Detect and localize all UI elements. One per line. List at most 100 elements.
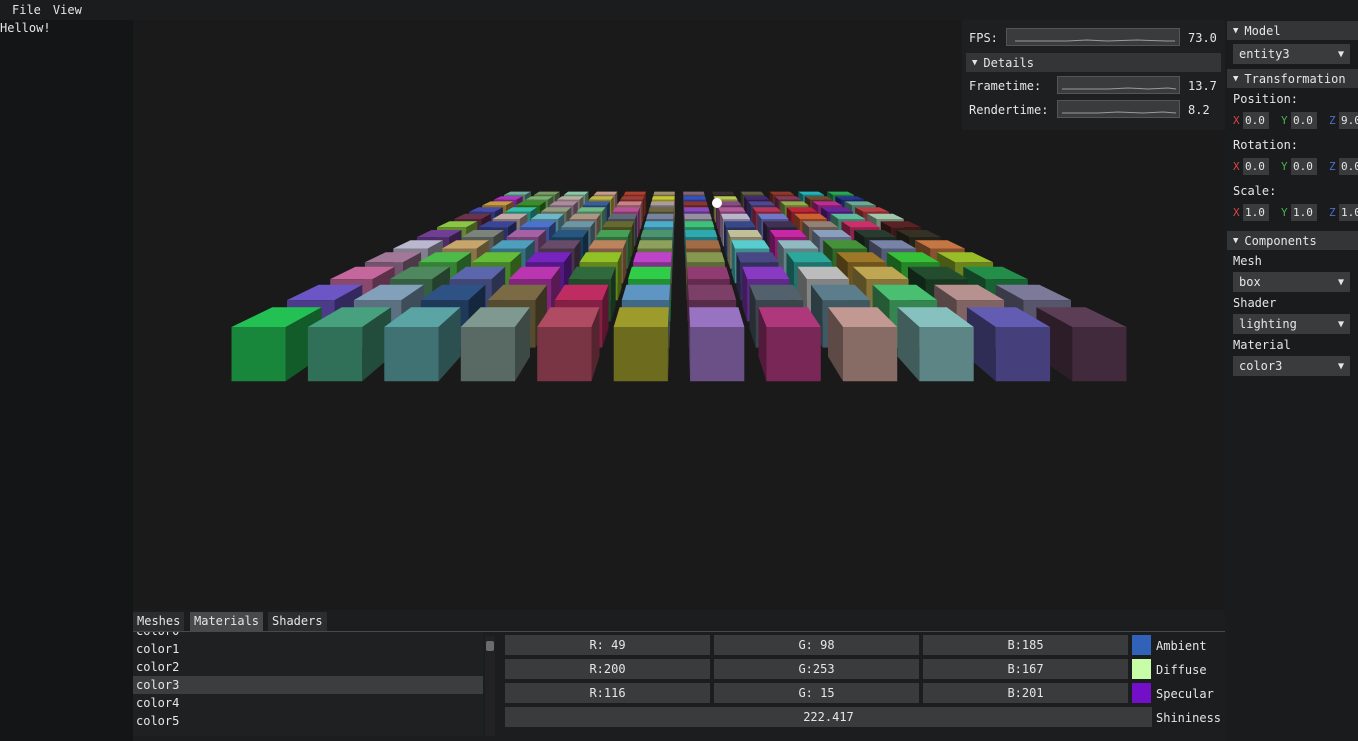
dropdown-arrow-icon: ▼ xyxy=(1337,276,1344,288)
material-label: Material xyxy=(1233,338,1291,352)
light-source-marker[interactable] xyxy=(712,198,722,208)
cube-face xyxy=(720,213,751,219)
axis-z-label: Z xyxy=(1329,160,1336,173)
specular-b-field[interactable]: B:201 xyxy=(923,683,1128,703)
cube-face xyxy=(683,201,708,206)
position-label: Position: xyxy=(1233,92,1299,106)
diffuse-g-field[interactable]: G:253 xyxy=(714,659,919,679)
position-x-input[interactable]: 0.0 xyxy=(1243,112,1269,129)
specular-g-field[interactable]: G: 15 xyxy=(714,683,919,703)
list-item[interactable]: color5 xyxy=(133,712,483,730)
shader-label: Shader xyxy=(1233,296,1277,310)
collapse-triangle-icon: ▼ xyxy=(1233,73,1239,84)
menu-file[interactable]: File xyxy=(6,0,47,20)
scene-cube[interactable] xyxy=(689,307,745,382)
cube-face xyxy=(637,240,673,249)
rotation-x-input[interactable]: 0.0 xyxy=(1243,158,1269,175)
mesh-select-value: box xyxy=(1239,275,1261,289)
cube-face xyxy=(642,196,645,223)
scene-cube[interactable] xyxy=(613,307,669,382)
axis-z-label: Z xyxy=(1329,114,1336,127)
scene-cube[interactable] xyxy=(460,307,530,382)
diffuse-color-swatch[interactable] xyxy=(1132,659,1151,679)
cube-face xyxy=(774,196,801,200)
model-select-value: entity3 xyxy=(1239,47,1290,61)
cube-face xyxy=(687,284,737,301)
cube-face xyxy=(633,252,672,263)
rotation-z-input[interactable]: 0.0 xyxy=(1339,158,1358,175)
rotation-y-input[interactable]: 0.0 xyxy=(1291,158,1317,175)
position-z-input[interactable]: 9.0 xyxy=(1339,112,1358,129)
model-header-label: Model xyxy=(1244,23,1281,38)
diffuse-label: Diffuse xyxy=(1156,663,1207,677)
axis-x-label: X xyxy=(1233,206,1240,219)
cube-face xyxy=(576,207,606,212)
ambient-b-field[interactable]: B:185 xyxy=(923,635,1128,655)
material-list[interactable]: color0 color1 color2 color3 color4 color… xyxy=(133,632,483,736)
mesh-select[interactable]: box ▼ xyxy=(1233,272,1350,292)
cube-face xyxy=(569,213,601,219)
details-header[interactable]: ▼ Details xyxy=(966,53,1221,72)
fps-graph xyxy=(1006,28,1180,46)
tab-shaders[interactable]: Shaders xyxy=(268,612,327,631)
cube-face xyxy=(736,252,779,263)
diffuse-r-field[interactable]: R:200 xyxy=(505,659,710,679)
specular-color-swatch[interactable] xyxy=(1132,683,1151,703)
cube-face xyxy=(843,327,898,382)
cube-face xyxy=(651,196,675,200)
cube-face xyxy=(684,221,715,228)
components-header-label: Components xyxy=(1244,233,1317,248)
components-header[interactable]: ▼ Components xyxy=(1227,231,1358,250)
cube-face xyxy=(731,240,770,249)
cube-face xyxy=(231,327,286,382)
cube-face xyxy=(588,196,614,200)
ambient-g-field[interactable]: G: 98 xyxy=(714,635,919,655)
cube-face xyxy=(643,221,674,228)
cube-face xyxy=(727,230,762,238)
list-item-selected[interactable]: color3 xyxy=(133,676,483,694)
cube-face xyxy=(683,191,705,195)
cube-face xyxy=(769,191,795,195)
ambient-color-swatch[interactable] xyxy=(1132,635,1151,655)
cube-face xyxy=(1072,327,1127,382)
transformation-header[interactable]: ▼ Transformation xyxy=(1227,69,1358,88)
position-y-input[interactable]: 0.0 xyxy=(1291,112,1317,129)
list-item[interactable]: color0 xyxy=(133,632,483,640)
tab-materials[interactable]: Materials xyxy=(190,612,264,631)
cube-face xyxy=(684,207,710,212)
list-item[interactable]: color2 xyxy=(133,658,483,676)
shader-select[interactable]: lighting ▼ xyxy=(1233,314,1350,334)
scale-y-input[interactable]: 1.0 xyxy=(1291,204,1317,221)
cube-face xyxy=(607,213,638,219)
tab-meshes[interactable]: Meshes xyxy=(133,612,185,631)
diffuse-b-field[interactable]: B:167 xyxy=(923,659,1128,679)
frametime-graph xyxy=(1057,76,1180,94)
inspector-panel: ▼ Model entity3 ▼ ▼ Transformation Posit… xyxy=(1225,20,1358,741)
cube-face xyxy=(563,191,589,195)
cube-face xyxy=(613,307,669,327)
material-select[interactable]: color3 ▼ xyxy=(1233,356,1350,376)
scale-x-input[interactable]: 1.0 xyxy=(1243,204,1269,221)
shader-select-value: lighting xyxy=(1239,317,1297,331)
scene-cube[interactable] xyxy=(537,307,600,382)
scene-cube[interactable] xyxy=(758,307,821,382)
scene-cube[interactable] xyxy=(828,307,898,382)
cube-face xyxy=(723,221,727,257)
shininess-slider[interactable]: 222.417 xyxy=(505,707,1152,727)
cube-face xyxy=(613,327,668,382)
scrollbar-thumb[interactable] xyxy=(486,641,494,651)
scale-z-input[interactable]: 1.0 xyxy=(1339,204,1358,221)
collapse-triangle-icon: ▼ xyxy=(972,57,978,68)
specular-r-field[interactable]: R:116 xyxy=(505,683,710,703)
material-list-scrollbar[interactable] xyxy=(485,636,495,736)
menu-view[interactable]: View xyxy=(47,0,88,20)
cube-face xyxy=(596,230,631,238)
model-select[interactable]: entity3 ▼ xyxy=(1233,44,1350,64)
resource-panel: Meshes Materials Shaders color0 color1 c… xyxy=(133,610,1225,741)
ambient-r-field[interactable]: R: 49 xyxy=(505,635,710,655)
cube-face xyxy=(995,327,1051,382)
cube-face xyxy=(919,327,974,382)
model-header[interactable]: ▼ Model xyxy=(1227,21,1358,40)
list-item[interactable]: color1 xyxy=(133,640,483,658)
list-item[interactable]: color4 xyxy=(133,694,483,712)
